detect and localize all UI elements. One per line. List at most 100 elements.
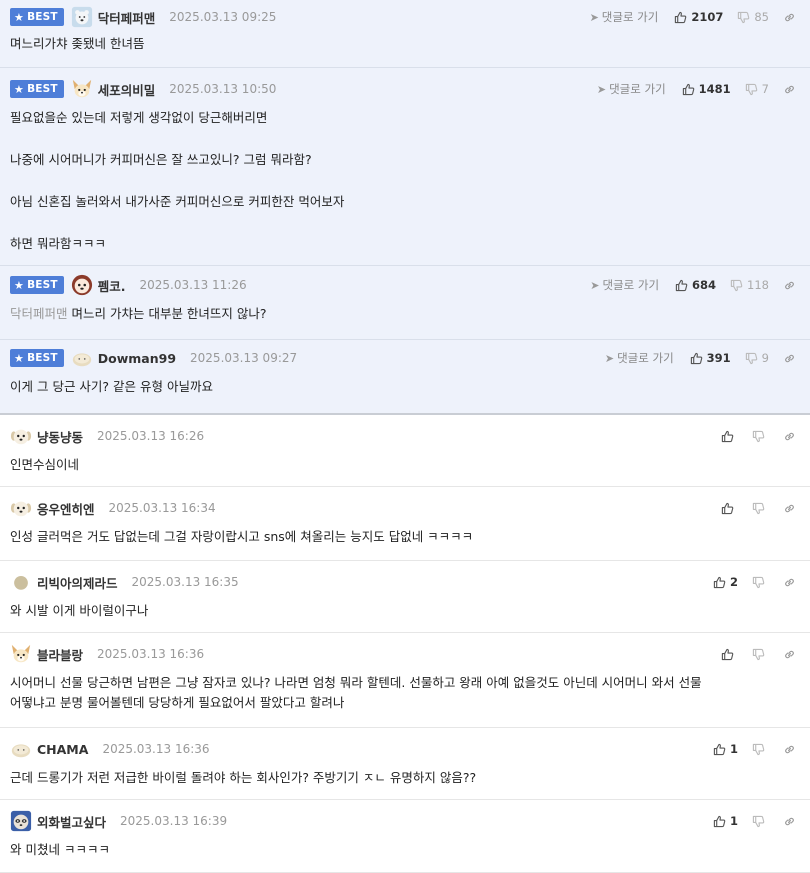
comment-actions: ➤ 댓글로 가기 684 118 xyxy=(590,277,800,293)
downvote-button[interactable] xyxy=(752,502,769,515)
default-blob-avatar[interactable] xyxy=(10,738,32,760)
upvote-button[interactable] xyxy=(721,502,738,515)
downvote-button[interactable]: 9 xyxy=(745,351,769,365)
default-dot-avatar[interactable] xyxy=(10,571,32,593)
nickname[interactable]: 외화벌고싶다 xyxy=(37,812,106,831)
thumbs-up-icon xyxy=(675,11,687,23)
downvote-button[interactable]: 7 xyxy=(745,82,769,96)
dog-face-avatar[interactable] xyxy=(71,274,93,296)
nickname[interactable]: 블라블랑 xyxy=(37,645,83,664)
nickname[interactable]: 펨코. xyxy=(98,276,126,295)
best-badge: ★ BEST xyxy=(10,80,64,98)
comment-header: ★ BEST 세포의비밀 2025.03.13 10:50 ➤ 댓글로 가기 1481 7 xyxy=(10,78,800,100)
upvote-button[interactable] xyxy=(721,430,738,443)
comment-text: 인면수심이네 xyxy=(10,457,80,472)
share-link-button[interactable] xyxy=(783,11,800,24)
comment-actions: ➤ 댓글로 가기 2107 85 xyxy=(590,9,800,25)
mention[interactable]: 닥터페퍼맨 xyxy=(10,306,68,321)
raccoon-avatar[interactable] xyxy=(10,810,32,832)
fennec-fox-avatar[interactable] xyxy=(10,643,32,665)
upvote-button[interactable]: 391 xyxy=(690,351,731,365)
downvote-button[interactable] xyxy=(752,576,769,589)
upvote-button[interactable]: 2107 xyxy=(674,10,723,24)
comment-text: 며느리 가챠는 대부분 한녀뜨지 않나? xyxy=(71,306,267,321)
nickname[interactable]: 냥동냥동 xyxy=(37,427,83,446)
comment-text: 인성 글러먹은 거도 답없는데 그걸 자랑이랍시고 sns에 쳐올리는 능지도 … xyxy=(10,529,474,544)
thumbs-down-icon xyxy=(752,502,765,514)
puppy-avatar[interactable] xyxy=(10,425,32,447)
comment-body: 근데 드롱기가 저런 저급한 바이럴 돌려야 하는 회사인가? 주방기기 ㅈㄴ … xyxy=(10,768,796,788)
thumbs-down-icon xyxy=(752,648,765,660)
upvote-button[interactable]: 684 xyxy=(675,278,716,292)
nickname[interactable]: 세포의비밀 xyxy=(98,80,156,99)
downvote-button[interactable] xyxy=(752,815,769,828)
share-link-button[interactable] xyxy=(783,83,800,96)
go-to-reply-link[interactable]: ➤ 댓글로 가기 xyxy=(605,350,674,366)
nickname[interactable]: 닥터페퍼맨 xyxy=(98,8,156,27)
downvote-count: 9 xyxy=(761,351,769,365)
puppy-avatar[interactable] xyxy=(10,497,32,519)
default-blob-avatar[interactable] xyxy=(71,347,93,369)
share-link-button[interactable] xyxy=(783,743,800,756)
link-icon xyxy=(785,745,794,753)
comment-header: 응우엔히엔 2025.03.13 16:34 xyxy=(10,497,800,519)
go-to-reply-link[interactable]: ➤ 댓글로 가기 xyxy=(590,277,659,293)
upvote-count: 391 xyxy=(706,351,731,365)
comment-text-line: 닥터페퍼맨 며느리 가챠는 대부분 한녀뜨지 않나? xyxy=(10,304,796,324)
upvote-button[interactable] xyxy=(721,648,738,661)
comment-body: 며느리가챠 좆됐네 한녀뜸 xyxy=(10,34,796,54)
comment-header: 외화벌고싶다 2025.03.13 16:39 1 xyxy=(10,810,800,832)
comment: 응우엔히엔 2025.03.13 16:34 인성 글러먹은 거도 답없는데 그걸 … xyxy=(0,487,810,561)
go-to-reply-link[interactable]: ➤ 댓글로 가기 xyxy=(590,9,659,25)
comment-text-line: 인성 글러먹은 거도 답없는데 그걸 자랑이랍시고 sns에 쳐올리는 능지도 … xyxy=(10,527,796,547)
comment-text: 나중에 시어머니가 커피머신은 잘 쓰고있니? 그럼 뭐라함? xyxy=(10,152,312,167)
thumbs-down-icon xyxy=(752,430,765,442)
downvote-button[interactable] xyxy=(752,430,769,443)
comment-text-line: 며느리가챠 좆됐네 한녀뜸 xyxy=(10,34,796,54)
go-to-reply-label: 댓글로 가기 xyxy=(601,10,659,24)
best-badge: ★ BEST xyxy=(10,349,64,367)
link-icon xyxy=(785,354,794,362)
thumbs-up-icon xyxy=(675,279,688,291)
timestamp: 2025.03.13 16:36 xyxy=(97,647,205,661)
downvote-count: 118 xyxy=(747,278,769,292)
fennec-fox-avatar[interactable] xyxy=(71,78,93,100)
share-link-button[interactable] xyxy=(783,815,800,828)
comment-text-line: 아님 신혼집 놀러와서 내가사준 커피머신으로 커피한잔 먹어보자 xyxy=(10,192,796,212)
share-link-button[interactable] xyxy=(783,576,800,589)
nickname[interactable]: CHAMA xyxy=(37,742,88,757)
star-icon: ★ xyxy=(14,351,25,365)
timestamp: 2025.03.13 10:50 xyxy=(169,82,277,96)
upvote-button[interactable]: 1 xyxy=(713,814,738,828)
best-badge: ★ BEST xyxy=(10,276,64,294)
downvote-button[interactable] xyxy=(752,648,769,661)
nickname[interactable]: 응우엔히엔 xyxy=(37,499,95,518)
thumbs-down-icon xyxy=(752,576,765,588)
thumbs-up-icon xyxy=(721,648,734,660)
nickname[interactable]: Dowman99 xyxy=(98,351,176,366)
share-link-button[interactable] xyxy=(783,502,800,515)
upvote-button[interactable]: 1481 xyxy=(682,82,731,96)
polar-bear-avatar[interactable] xyxy=(71,6,93,28)
share-link-button[interactable] xyxy=(783,430,800,443)
upvote-button[interactable]: 2 xyxy=(713,575,738,589)
downvote-button[interactable]: 85 xyxy=(737,10,769,24)
comment-text-line: 근데 드롱기가 저런 저급한 바이럴 돌려야 하는 회사인가? 주방기기 ㅈㄴ … xyxy=(10,768,796,788)
downvote-button[interactable]: 118 xyxy=(730,278,769,292)
share-link-button[interactable] xyxy=(783,279,800,292)
comment-actions: 1 xyxy=(713,814,800,828)
comment-text: 근데 드롱기가 저런 저급한 바이럴 돌려야 하는 회사인가? 주방기기 ㅈㄴ … xyxy=(10,770,477,785)
downvote-button[interactable] xyxy=(752,743,769,756)
downvote-count: 85 xyxy=(754,10,769,24)
go-to-reply-label: 댓글로 가기 xyxy=(609,82,666,96)
comment-text-line: 하면 뭐라함ㅋㅋㅋ xyxy=(10,234,796,254)
comment: 리빅아의제라드 2025.03.13 16:35 2 와 시발 이게 바이럴이구나 xyxy=(0,561,810,633)
comment-actions: 1 xyxy=(713,742,800,756)
nickname[interactable]: 리빅아의제라드 xyxy=(37,573,118,592)
go-to-reply-link[interactable]: ➤ 댓글로 가기 xyxy=(597,81,666,97)
comment-text: 아님 신혼집 놀러와서 내가사준 커피머신으로 커피한잔 먹어보자 xyxy=(10,194,345,209)
share-link-button[interactable] xyxy=(783,648,800,661)
upvote-button[interactable]: 1 xyxy=(713,742,738,756)
share-link-button[interactable] xyxy=(783,352,800,365)
